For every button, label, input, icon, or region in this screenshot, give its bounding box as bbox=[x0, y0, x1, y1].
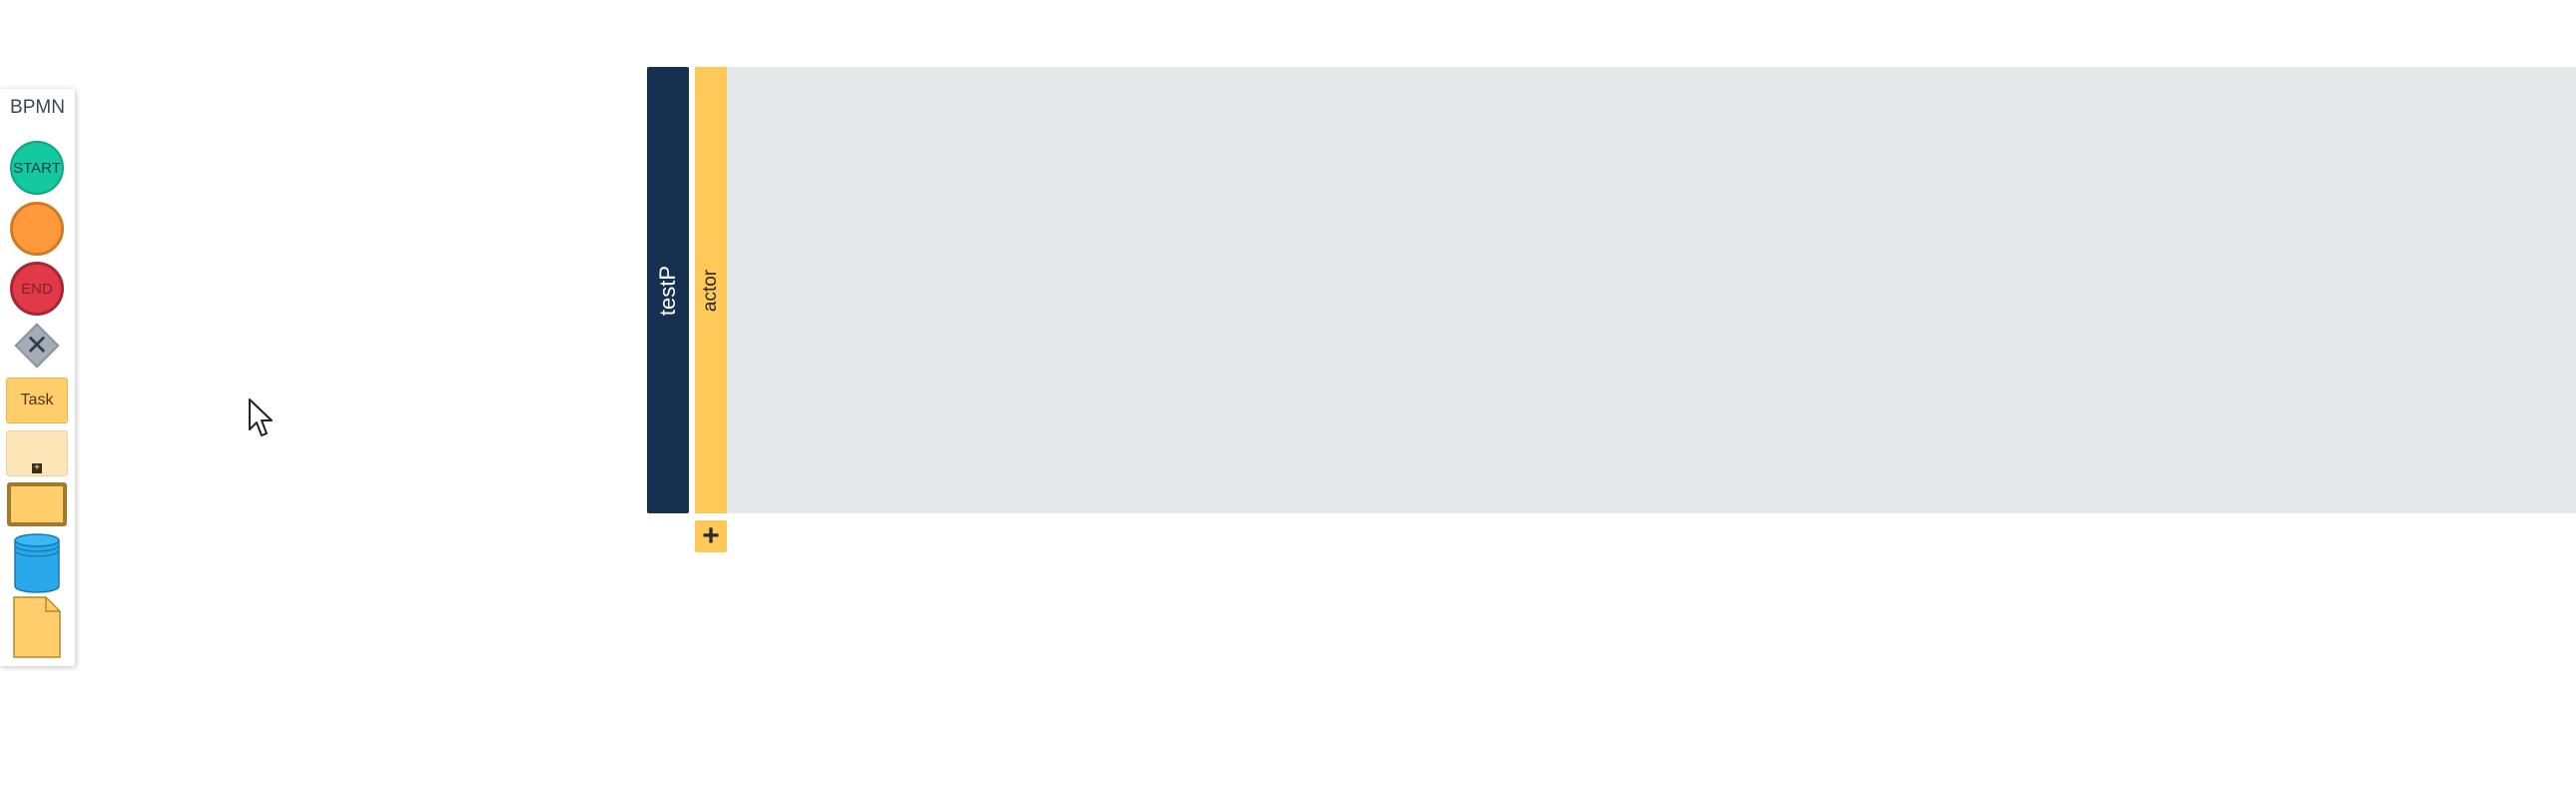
end-event-label: END bbox=[21, 280, 53, 298]
data-object-shape bbox=[13, 596, 61, 658]
lane-header-actor[interactable]: actor bbox=[695, 67, 727, 513]
data-object-icon[interactable] bbox=[12, 595, 62, 659]
palette-title: BPMN bbox=[10, 97, 65, 118]
call-activity-icon[interactable] bbox=[7, 482, 67, 526]
start-event-label: START bbox=[13, 159, 61, 177]
end-event-icon[interactable]: END bbox=[10, 262, 64, 316]
task-icon[interactable]: Task bbox=[6, 378, 68, 423]
exclusive-gateway-icon[interactable]: ✕ bbox=[14, 323, 60, 369]
task-label: Task bbox=[20, 392, 54, 408]
gateway-x-symbol: ✕ bbox=[25, 330, 49, 361]
data-store-shape bbox=[14, 533, 60, 593]
intermediate-event-icon[interactable] bbox=[10, 202, 64, 256]
add-lane-button[interactable]: + bbox=[695, 520, 727, 552]
subprocess-marker: + bbox=[32, 463, 42, 473]
lane-title: actor bbox=[700, 269, 721, 312]
pool-title: testP bbox=[655, 265, 680, 316]
start-event-icon[interactable]: START bbox=[10, 141, 64, 195]
data-store-icon[interactable] bbox=[13, 532, 61, 594]
mouse-cursor-icon bbox=[248, 398, 276, 439]
diagram-canvas[interactable]: BPMN START END ✕ Task + testP actor + bbox=[0, 0, 2576, 807]
pool-header[interactable]: testP bbox=[647, 67, 689, 513]
lane-body-actor[interactable] bbox=[727, 67, 2576, 513]
subprocess-icon[interactable]: + bbox=[6, 430, 68, 476]
bpmn-palette: BPMN START END ✕ Task + bbox=[0, 89, 75, 666]
